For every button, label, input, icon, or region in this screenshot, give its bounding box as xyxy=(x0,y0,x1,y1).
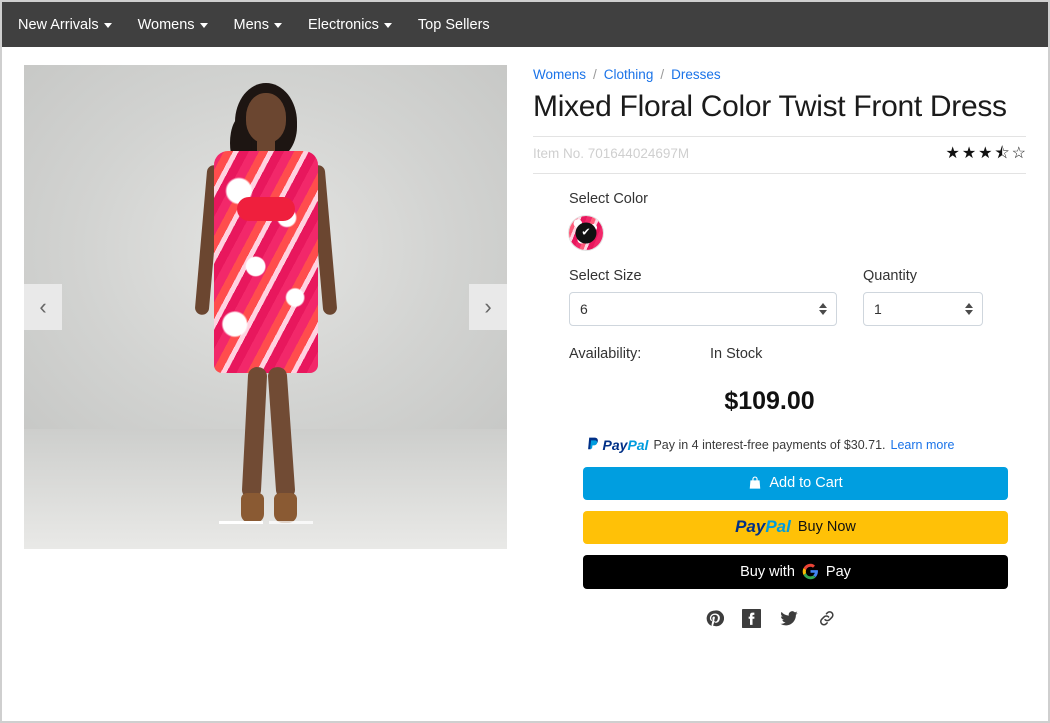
paypal-pal-text: Pal xyxy=(765,517,791,537)
rating-stars[interactable]: ★ ★ ★ ⯪ ☆ xyxy=(945,144,1026,162)
model-shoe-left xyxy=(240,493,264,523)
caret-up-icon xyxy=(819,302,827,308)
product-photo xyxy=(24,65,507,549)
availability-row: Availability: In Stock xyxy=(533,326,1026,362)
star-full-icon: ★ xyxy=(961,144,977,162)
availability-label: Availability: xyxy=(569,345,642,362)
paypal-wordmark: PayPal xyxy=(735,517,791,537)
caret-down-icon xyxy=(819,309,827,315)
star-half-icon: ⯪ xyxy=(994,144,1010,162)
gallery-prev-button[interactable]: ‹ xyxy=(24,284,62,330)
breadcrumb-separator: / xyxy=(660,67,665,82)
dress-twist-front-bow xyxy=(236,197,295,221)
page-title: Mixed Floral Color Twist Front Dress xyxy=(533,90,1007,123)
nav-item-mens[interactable]: Mens xyxy=(234,17,282,33)
paypal-wordmark: PayPal xyxy=(603,437,649,453)
main-navbar: New Arrivals Womens Mens Electronics Top… xyxy=(2,2,1048,47)
product-page: New Arrivals Womens Mens Electronics Top… xyxy=(0,0,1050,723)
chevron-down-icon xyxy=(383,23,392,28)
chevron-right-icon: › xyxy=(484,294,492,319)
color-swatch-pink-floral[interactable]: ✔ xyxy=(569,215,603,250)
product-dress xyxy=(213,151,318,373)
star-full-icon: ★ xyxy=(945,144,960,162)
paypal-logo-icon: PayPal xyxy=(587,437,649,453)
paypal-installment-message: PayPal Pay in 4 interest-free payments o… xyxy=(533,416,1026,453)
add-to-cart-button[interactable]: Add to Cart xyxy=(583,466,1008,500)
nav-label: Womens xyxy=(137,16,195,33)
model-figure xyxy=(171,79,361,539)
breadcrumb-item-dresses[interactable]: Dresses xyxy=(671,67,721,82)
nav-item-womens[interactable]: Womens xyxy=(138,17,208,33)
paypal-p-glyph xyxy=(587,437,598,450)
availability-value: In Stock xyxy=(710,345,763,362)
chevron-down-icon xyxy=(274,23,282,28)
size-value: 6 xyxy=(580,300,588,317)
pinterest-icon[interactable] xyxy=(705,609,724,628)
model-shoe-right xyxy=(273,493,297,523)
add-to-cart-label: Add to Cart xyxy=(769,475,843,492)
nav-item-electronics[interactable]: Electronics xyxy=(308,17,392,33)
purchase-buttons: Add to Cart PayPal Buy Now Buy with Pay xyxy=(533,453,1026,589)
chevron-left-icon: ‹ xyxy=(39,294,47,319)
breadcrumb-item-womens[interactable]: Womens xyxy=(533,67,586,82)
facebook-icon[interactable] xyxy=(741,608,761,628)
model-leg-left xyxy=(241,366,267,500)
item-number: Item No. 701644024697M xyxy=(533,146,690,162)
nav-item-new-arrivals[interactable]: New Arrivals xyxy=(18,17,112,33)
color-selector: Select Color ✔ xyxy=(533,174,1026,250)
link-icon[interactable] xyxy=(817,609,837,628)
learn-more-link[interactable]: Learn more xyxy=(891,438,955,452)
gallery-next-button[interactable]: › xyxy=(469,284,507,330)
product-meta-row: Item No. 701644024697M ★ ★ ★ ⯪ ☆ xyxy=(533,137,1026,174)
star-empty-icon: ☆ xyxy=(1011,144,1026,162)
product-price: $109.00 xyxy=(724,386,815,415)
quantity-value: 1 xyxy=(874,300,882,317)
paypal-pal-text: Pal xyxy=(627,436,649,453)
quantity-label: Quantity xyxy=(863,267,917,284)
select-color-label: Select Color xyxy=(569,190,648,207)
nav-label: Top Sellers xyxy=(417,16,490,33)
size-select[interactable]: 6 xyxy=(569,291,837,326)
caret-up-icon xyxy=(965,302,973,308)
breadcrumb-item-clothing[interactable]: Clothing xyxy=(604,67,654,82)
nav-label: Electronics xyxy=(308,16,379,33)
quantity-stepper[interactable]: 1 xyxy=(863,291,983,326)
google-pay-button[interactable]: Buy with Pay xyxy=(583,554,1008,589)
stepper-icon[interactable] xyxy=(819,302,827,315)
nav-label: Mens xyxy=(233,16,269,33)
quantity-field: Quantity 1 xyxy=(863,268,983,326)
paypal-buy-now-button[interactable]: PayPal Buy Now xyxy=(583,510,1008,544)
breadcrumb-separator: / xyxy=(593,67,597,82)
twitter-icon[interactable] xyxy=(779,609,799,628)
paypal-buy-now-label: Buy Now xyxy=(797,519,856,536)
size-field: Select Size 6 xyxy=(569,268,837,326)
size-quantity-row: Select Size 6 Quantity 1 xyxy=(533,250,1026,326)
model-head xyxy=(245,93,286,143)
chevron-down-icon xyxy=(103,23,112,28)
gpay-suffix-label: Pay xyxy=(825,563,851,580)
caret-down-icon xyxy=(965,309,973,315)
model-leg-right xyxy=(266,366,296,500)
gpay-prefix-label: Buy with xyxy=(740,563,795,580)
gallery-indicator-dot[interactable] xyxy=(268,521,313,524)
product-detail: Womens / Clothing / Dresses Mixed Floral… xyxy=(533,65,1026,628)
star-full-icon: ★ xyxy=(978,144,993,162)
product-gallery: ‹ › xyxy=(24,65,507,549)
nav-item-top-sellers[interactable]: Top Sellers xyxy=(418,17,490,33)
nav-label: New Arrivals xyxy=(18,16,99,33)
check-icon: ✔ xyxy=(575,222,597,244)
gallery-indicator-dot[interactable] xyxy=(218,521,263,524)
select-size-label: Select Size xyxy=(569,267,642,284)
google-g-icon xyxy=(802,563,818,580)
page-content: ‹ › Womens / Clothing / Dresses Mixed Fl… xyxy=(2,47,1048,628)
paypal-pay-text: Pay xyxy=(735,517,766,537)
paypal-message-text: Pay in 4 interest-free payments of $30.7… xyxy=(653,437,886,452)
gallery-indicator xyxy=(218,521,313,524)
social-share-row xyxy=(533,589,1026,628)
shopping-bag-icon xyxy=(750,476,761,489)
stepper-icon[interactable] xyxy=(965,302,973,315)
paypal-pay-text: Pay xyxy=(602,436,628,453)
breadcrumb: Womens / Clothing / Dresses xyxy=(533,67,1026,82)
chevron-down-icon xyxy=(199,23,208,28)
